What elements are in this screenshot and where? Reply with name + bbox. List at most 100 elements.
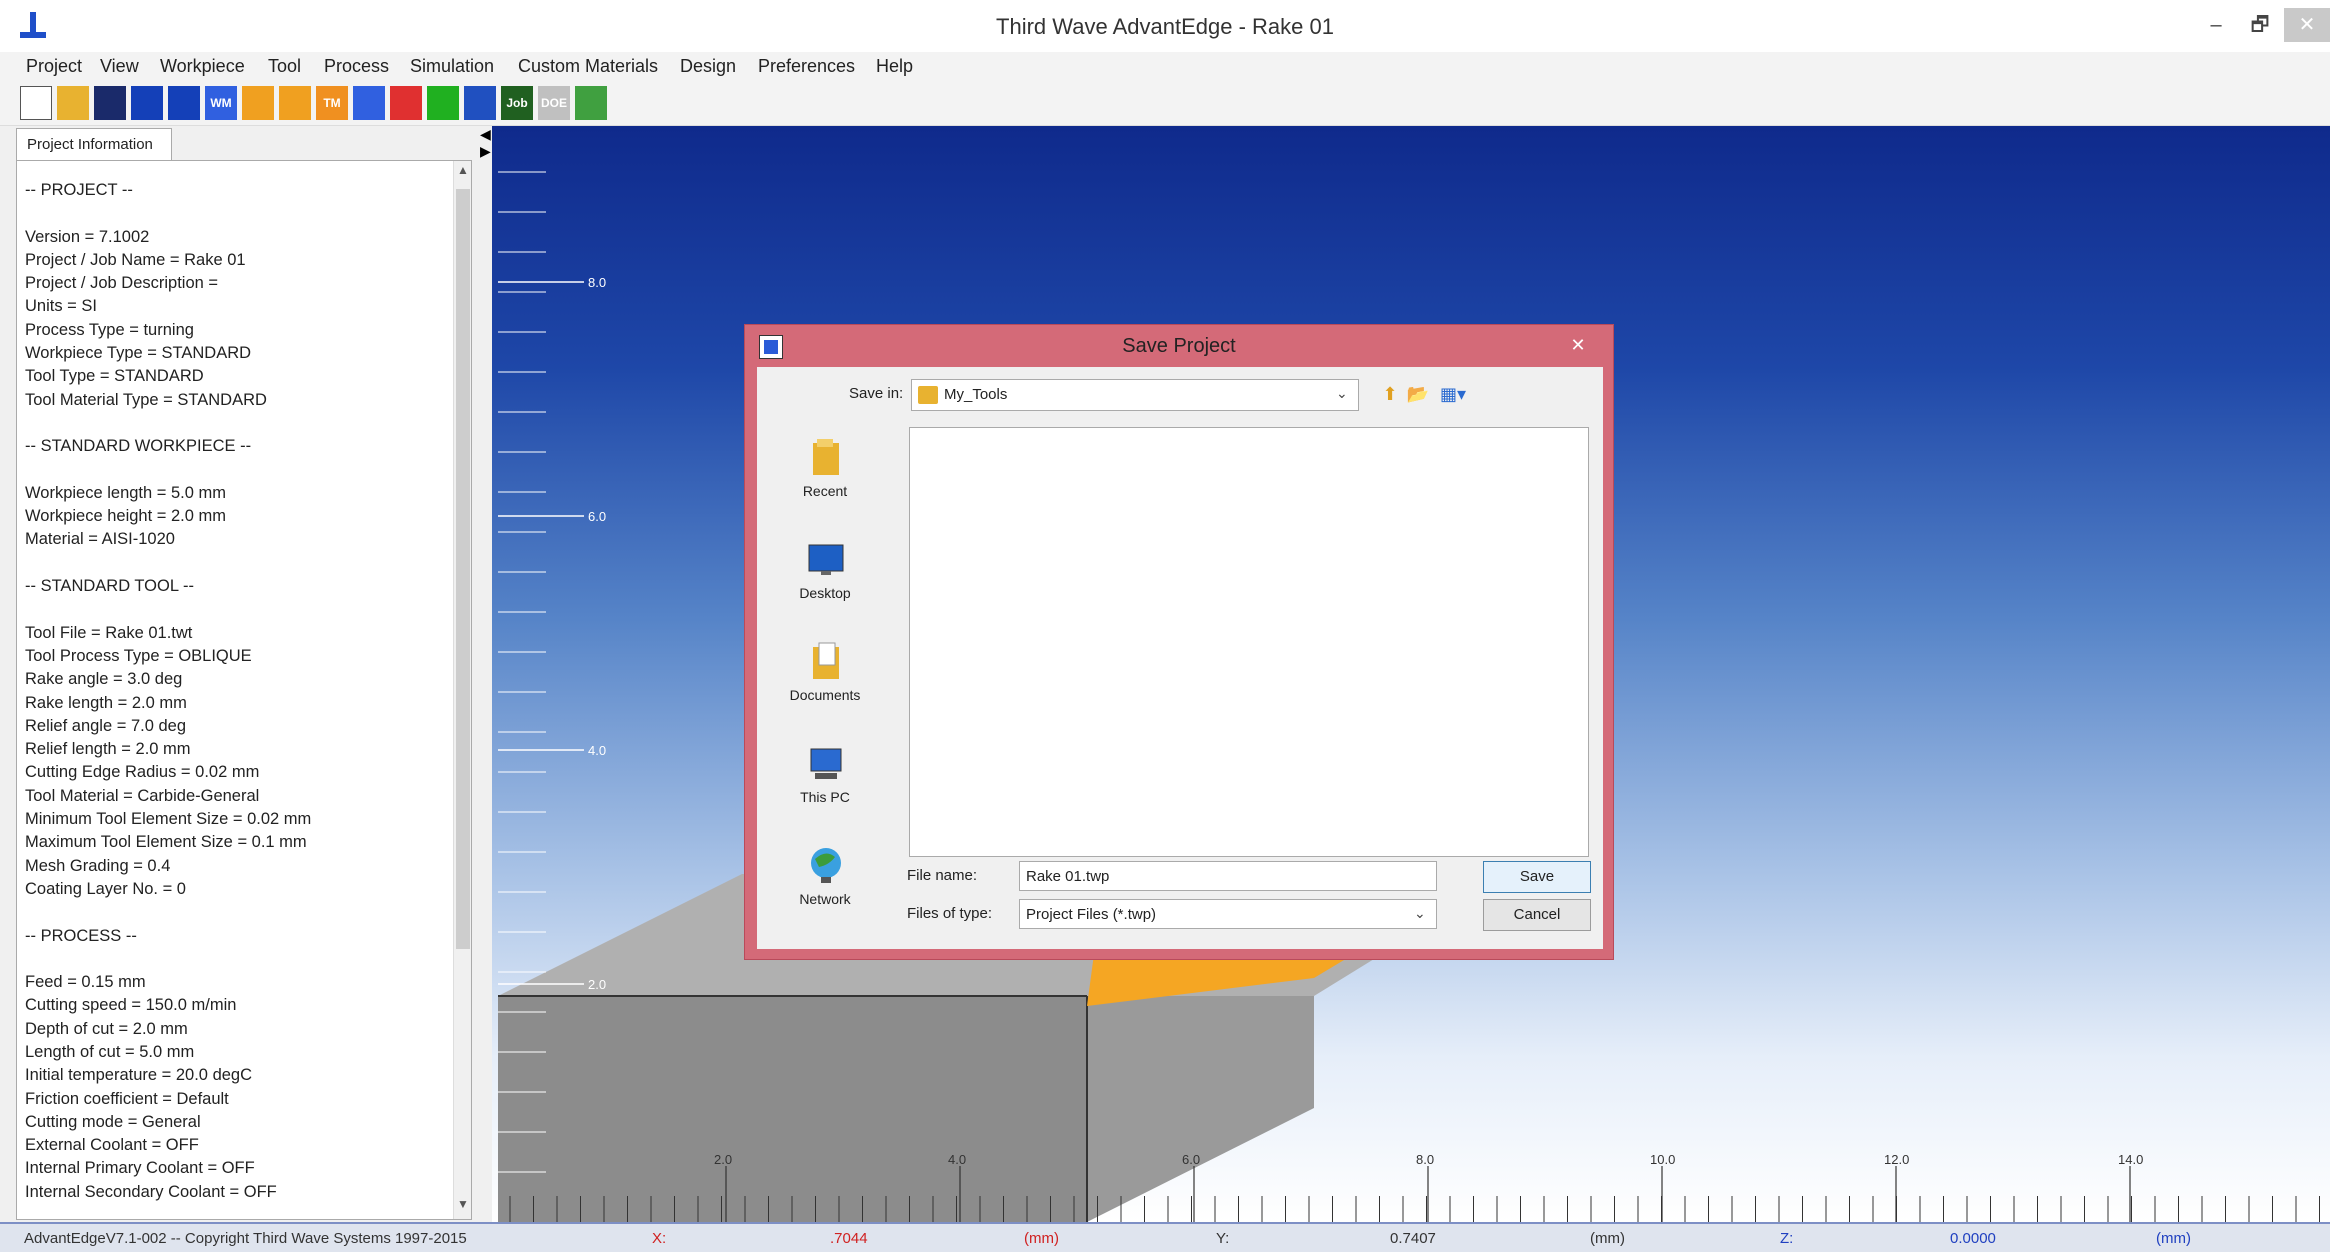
x-coord-unit: (mm) (1024, 1230, 1059, 1247)
x-axis-tick-label: 10.0 (1650, 1152, 1675, 1167)
y-axis-tick-label: 2.0 (588, 977, 606, 992)
panel-scrollbar[interactable]: ▲ ▼ (453, 161, 471, 1219)
place-documents[interactable]: Documents (777, 641, 873, 737)
info-line: Length of cut = 5.0 mm (25, 1042, 195, 1061)
project-info-body: -- PROJECT -- Version = 7.1002 Project / J… (16, 160, 472, 1220)
project-info-list: -- PROJECT -- Version = 7.1002 Project / J… (25, 179, 455, 1204)
info-line: Process Type = turning (25, 320, 194, 339)
place-this-pc[interactable]: This PC (777, 743, 873, 839)
file-type-label: Files of type: (907, 905, 993, 922)
info-line: -- STANDARD TOOL -- (25, 577, 194, 596)
info-line: Tool Material Type = STANDARD (25, 390, 267, 409)
minimize-button[interactable]: – (2196, 8, 2236, 42)
workpiece-material-icon[interactable]: WM (205, 86, 237, 120)
y-axis-tick-label: 4.0 (588, 743, 606, 758)
info-line: Mesh Grading = 0.4 (25, 856, 171, 875)
chevron-down-icon: ⌄ (1414, 905, 1426, 921)
info-line (25, 552, 455, 575)
scroll-thumb[interactable] (456, 189, 470, 949)
window-title: Third Wave AdvantEdge - Rake 01 (996, 14, 1334, 39)
info-line: Cutting mode = General (25, 1112, 201, 1131)
place-network[interactable]: Network (777, 845, 873, 941)
scroll-down-icon[interactable]: ▼ (454, 1197, 471, 1217)
open-folder-icon[interactable] (57, 86, 89, 120)
y-coord-label: Y: (1216, 1230, 1230, 1247)
info-line: Rake angle = 3.0 deg (25, 670, 183, 689)
info-line: Relief length = 2.0 mm (25, 740, 191, 759)
restore-button[interactable]: 🗗 (2240, 8, 2280, 42)
info-line (25, 598, 455, 621)
y-axis-tick-label: 8.0 (588, 275, 606, 290)
place-recent[interactable]: Recent (777, 437, 873, 533)
panel-splitter-icon[interactable]: ◀ ▶ (480, 126, 492, 186)
tab-project-information[interactable]: Project Information (16, 128, 172, 160)
tool-material-icon[interactable]: TM (316, 86, 348, 120)
dialog-body: Save in: My_Tools ⌄ ⬆ 📂 ▦▾ Recent Deskto… (757, 367, 1603, 949)
save-button[interactable]: Save (1483, 861, 1591, 893)
title-bar: Third Wave AdvantEdge - Rake 01 – 🗗 ✕ (0, 0, 2330, 52)
tool-shape-alt-icon[interactable] (168, 86, 200, 120)
tool-shape-icon[interactable] (131, 86, 163, 120)
info-line (25, 948, 455, 971)
simulation-icon[interactable] (390, 86, 422, 120)
view-menu-icon[interactable]: ▦▾ (1435, 379, 1471, 409)
info-line: Internal Secondary Coolant = OFF (25, 1182, 277, 1201)
file-type-dropdown[interactable]: Project Files (*.twp) ⌄ (1019, 899, 1437, 929)
info-line: Maximum Tool Element Size = 0.1 mm (25, 833, 307, 852)
save-in-label: Save in: (849, 385, 904, 402)
save-disk-icon[interactable] (94, 86, 126, 120)
process-icon[interactable] (353, 86, 385, 120)
menu-process[interactable]: Process (324, 56, 389, 77)
cancel-button[interactable]: Cancel (1483, 899, 1591, 931)
save-project-dialog: Save Project ✕ Save in: My_Tools ⌄ ⬆ 📂 ▦… (744, 324, 1614, 960)
save-in-dropdown[interactable]: My_Tools ⌄ (911, 379, 1359, 411)
y-coord-unit: (mm) (1590, 1230, 1625, 1247)
recent-folder-icon (813, 439, 839, 475)
x-coord-value: .7044 (830, 1230, 868, 1247)
tool-holder-icon[interactable] (279, 86, 311, 120)
x-axis-tick-label: 4.0 (948, 1152, 966, 1167)
info-line: Tool Type = STANDARD (25, 367, 204, 386)
info-line (25, 412, 455, 435)
menu-help[interactable]: Help (876, 56, 913, 77)
info-line: Workpiece Type = STANDARD (25, 344, 252, 363)
network-globe-icon (811, 848, 841, 883)
new-project-icon[interactable] (20, 86, 52, 120)
folder-icon (918, 386, 938, 404)
place-desktop[interactable]: Desktop (777, 539, 873, 635)
info-line: Project / Job Name = Rake 01 (25, 250, 246, 269)
refresh-icon[interactable] (575, 86, 607, 120)
menu-project[interactable]: Project (26, 56, 82, 77)
file-name-label: File name: (907, 867, 978, 884)
up-folder-icon[interactable]: ⬆ (1377, 379, 1403, 409)
info-line: Minimum Tool Element Size = 0.02 mm (25, 810, 312, 829)
file-list[interactable] (909, 427, 1589, 857)
dialog-title-bar[interactable]: Save Project ✕ (745, 325, 1613, 367)
close-button[interactable]: ✕ (2284, 8, 2330, 42)
tool-view-icon[interactable] (464, 86, 496, 120)
status-bar: AdvantEdgeV7.1-002 -- Copyright Third Wa… (0, 1222, 2330, 1252)
doe-icon[interactable]: DOE (538, 86, 570, 120)
chevron-down-icon: ⌄ (1336, 385, 1348, 401)
job-icon[interactable]: Job (501, 86, 533, 120)
dialog-close-button[interactable]: ✕ (1563, 333, 1593, 357)
menu-preferences[interactable]: Preferences (758, 56, 855, 77)
menu-view[interactable]: View (100, 56, 139, 77)
menu-design[interactable]: Design (680, 56, 736, 77)
x-axis-tick-label: 6.0 (1182, 1152, 1200, 1167)
menu-workpiece[interactable]: Workpiece (160, 56, 245, 77)
new-folder-icon[interactable]: 📂 (1405, 379, 1431, 409)
scroll-up-icon[interactable]: ▲ (454, 163, 471, 183)
run-simulation-icon[interactable] (427, 86, 459, 120)
menu-bar: Project View Workpiece Tool Process Simu… (0, 52, 2330, 82)
menu-simulation[interactable]: Simulation (410, 56, 494, 77)
menu-custom-materials[interactable]: Custom Materials (518, 56, 658, 77)
tool-edit-icon[interactable] (242, 86, 274, 120)
x-coord-label: X: (652, 1230, 667, 1247)
info-line: Cutting Edge Radius = 0.02 mm (25, 763, 260, 782)
project-info-panel: Project Information -- PROJECT -- Version… (0, 126, 490, 1222)
info-line: Tool File = Rake 01.twt (25, 623, 193, 642)
menu-tool[interactable]: Tool (268, 56, 301, 77)
file-name-input[interactable] (1019, 861, 1437, 891)
info-line: Coating Layer No. = 0 (25, 879, 186, 898)
